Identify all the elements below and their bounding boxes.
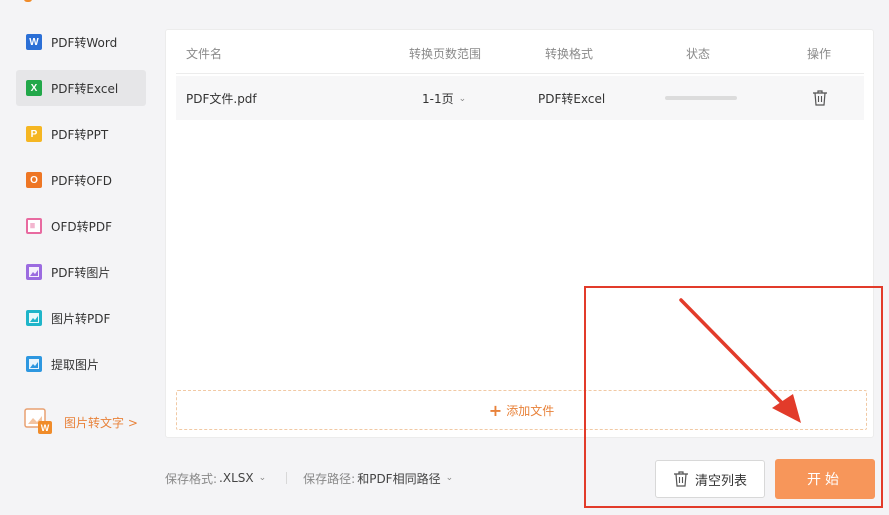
divider: [286, 472, 288, 484]
sidebar-item-pdf-to-image[interactable]: PDF转图片: [16, 254, 146, 290]
save-path-value: 和PDF相同路径: [357, 471, 441, 486]
sidebar: W PDF转Word X PDF转Excel P PDF转PPT O PDF转O…: [16, 24, 146, 392]
clear-list-button[interactable]: 清空列表: [655, 460, 765, 498]
footer-bar: 保存格式: .XLSX ⌄ 保存路径: 和PDF相同路径 ⌄: [165, 468, 453, 488]
sidebar-item-pdf-to-ppt[interactable]: P PDF转PPT: [16, 116, 146, 152]
table-row[interactable]: PDF文件.pdf 1-1页 ⌄ PDF转Excel: [176, 76, 864, 120]
sidebar-item-label: 提取图片: [51, 357, 100, 372]
ppt-icon: P: [26, 126, 42, 142]
header-page-range: 转换页数范围: [409, 47, 482, 61]
image-to-pdf-icon: [26, 310, 42, 326]
excel-icon: X: [26, 80, 42, 96]
sidebar-item-pdf-to-word[interactable]: W PDF转Word: [16, 24, 146, 60]
save-format-value: .XLSX: [219, 471, 254, 485]
progress-bar: [665, 96, 737, 100]
sidebar-item-label: PDF转Excel: [51, 81, 119, 96]
header-filename: 文件名: [186, 47, 223, 61]
page-range-dropdown[interactable]: 1-1页 ⌄: [422, 90, 466, 107]
image-to-text-icon: W: [24, 408, 56, 436]
svg-text:W: W: [41, 423, 50, 433]
extract-image-icon: [26, 356, 42, 372]
sidebar-item-pdf-to-ofd[interactable]: O PDF转OFD: [16, 162, 146, 198]
promo-label: 图片转文字 >: [64, 415, 138, 430]
save-path-label: 保存路径:: [303, 471, 356, 486]
header-status: 状态: [686, 47, 711, 61]
chevron-down-icon: ⌄: [458, 93, 467, 104]
row-filename: PDF文件.pdf: [186, 92, 257, 106]
ofd-to-pdf-icon: [26, 218, 42, 234]
delete-row-button[interactable]: [812, 89, 828, 107]
clear-list-label: 清空列表: [694, 473, 747, 489]
sidebar-item-ofd-to-pdf[interactable]: OFD转PDF: [16, 208, 146, 244]
word-icon: W: [26, 34, 42, 50]
chevron-down-icon: ⌄: [445, 473, 454, 483]
save-path-dropdown[interactable]: 和PDF相同路径 ⌄: [355, 470, 453, 487]
sidebar-item-label: PDF转图片: [51, 265, 111, 280]
sidebar-item-label: 图片转PDF: [51, 311, 111, 326]
trash-icon: [673, 471, 688, 487]
file-list-panel: 文件名 转换页数范围 转换格式 状态 操作 PDF文件.pdf 1-1页 ⌄ P…: [165, 29, 874, 438]
sidebar-item-extract-image[interactable]: 提取图片: [16, 346, 146, 382]
start-button[interactable]: 开始: [775, 459, 875, 499]
app-logo: [24, 0, 32, 2]
top-bar: [0, 0, 889, 3]
start-label: 开始: [807, 472, 843, 488]
sidebar-item-label: OFD转PDF: [51, 219, 112, 234]
table-header: 文件名 转换页数范围 转换格式 状态 操作: [176, 30, 864, 74]
plus-icon: +: [488, 400, 503, 420]
ofd-icon: O: [26, 172, 42, 188]
save-format-dropdown[interactable]: .XLSX ⌄: [217, 471, 266, 485]
sidebar-item-label: PDF转Word: [51, 35, 118, 50]
add-file-label: 添加文件: [506, 403, 555, 418]
header-action: 操作: [807, 47, 832, 61]
pdf-to-image-icon: [26, 264, 42, 280]
page-range-value: 1-1页: [422, 92, 454, 106]
trash-icon: [813, 90, 827, 106]
chevron-down-icon: ⌄: [258, 473, 267, 483]
add-file-button[interactable]: + 添加文件: [176, 390, 867, 430]
sidebar-item-label: PDF转PPT: [51, 127, 109, 142]
sidebar-item-pdf-to-excel[interactable]: X PDF转Excel: [16, 70, 146, 106]
sidebar-item-image-to-pdf[interactable]: 图片转PDF: [16, 300, 146, 336]
header-format: 转换格式: [545, 47, 594, 61]
row-format: PDF转Excel: [538, 92, 606, 106]
sidebar-item-label: PDF转OFD: [51, 173, 112, 188]
image-to-text-promo[interactable]: W 图片转文字 >: [24, 408, 138, 436]
save-format-label: 保存格式:: [165, 471, 218, 486]
